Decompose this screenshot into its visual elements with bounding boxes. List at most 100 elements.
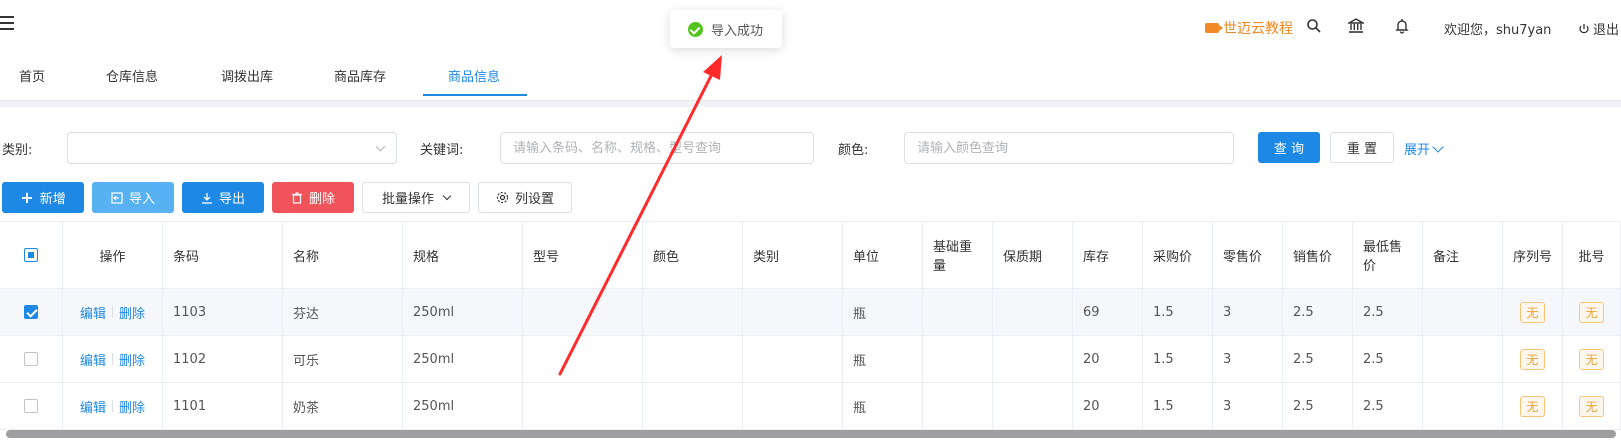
column-header-barcode: 条码: [163, 222, 283, 289]
plus-icon: +: [20, 188, 34, 207]
batch-operation-dropdown[interactable]: 批量操作: [362, 182, 470, 213]
cell-value: 250ml: [413, 398, 455, 414]
active-tab-indicator: [423, 94, 527, 96]
cell-value: 2.5: [1293, 351, 1314, 367]
cell-value: 2.5: [1293, 398, 1314, 414]
cell-unit: 瓶: [843, 383, 923, 430]
category-label: 类别:: [2, 143, 33, 158]
tab-transfer-out[interactable]: 调拨出库: [221, 66, 273, 85]
cell-value: 2.5: [1363, 398, 1384, 414]
delete-button[interactable]: 删除: [272, 182, 354, 213]
cell-actions: 编辑 删除: [63, 383, 163, 430]
cell-purchase-price: 1.5: [1143, 383, 1213, 430]
search-icon[interactable]: [1306, 18, 1322, 34]
column-header-label: 批号: [1578, 249, 1605, 265]
column-settings-button[interactable]: 列设置: [478, 182, 572, 213]
cell-select: [0, 289, 63, 336]
cell-shelf-life: [993, 289, 1073, 336]
edit-link[interactable]: 编辑: [80, 303, 106, 322]
logout-button[interactable]: 退出: [1578, 19, 1619, 38]
cell-serial-number: 无: [1503, 289, 1563, 336]
column-header-actions: 操作: [63, 222, 163, 289]
delete-link[interactable]: 删除: [119, 397, 145, 416]
cell-stock: 20: [1073, 336, 1143, 383]
color-input[interactable]: [905, 133, 1233, 163]
cell-value: 20: [1083, 351, 1100, 367]
power-icon: [1579, 23, 1589, 33]
delete-link[interactable]: 删除: [119, 303, 145, 322]
cell-serial-number: 无: [1503, 336, 1563, 383]
cell-purchase-price: 1.5: [1143, 336, 1213, 383]
reset-button[interactable]: 重 置: [1330, 132, 1394, 163]
cell-stock: 20: [1073, 383, 1143, 430]
tab-warehouse-info[interactable]: 仓库信息: [106, 66, 158, 85]
serial-number-badge: 无: [1520, 348, 1545, 370]
cell-retail-price: 3: [1213, 336, 1283, 383]
bell-icon[interactable]: [1394, 18, 1410, 34]
tab-inventory[interactable]: 商品库存: [334, 66, 386, 85]
keyword-label: 关键词:: [420, 143, 464, 158]
column-header-shelf-life: 保质期: [993, 222, 1073, 289]
column-header-min-price: 最低售价: [1353, 222, 1423, 289]
row-checkbox[interactable]: [24, 399, 38, 413]
tab-product-info[interactable]: 商品信息: [448, 66, 500, 85]
cell-sale-price: 2.5: [1283, 383, 1353, 430]
cell-actions: 编辑 删除: [63, 289, 163, 336]
logout-label: 退出: [1593, 23, 1620, 38]
expand-toggle[interactable]: 展开: [1404, 139, 1444, 158]
column-header-base-weight: 基础重量: [923, 222, 993, 289]
cell-min-price: 2.5: [1353, 336, 1423, 383]
column-header-label: 零售价: [1223, 249, 1263, 265]
column-header-retail-price: 零售价: [1213, 222, 1283, 289]
bank-icon[interactable]: [1348, 18, 1364, 34]
import-button[interactable]: 导入: [92, 182, 174, 213]
edit-link[interactable]: 编辑: [80, 397, 106, 416]
cell-value: 1.5: [1153, 398, 1174, 414]
cell-model: [523, 383, 643, 430]
color-label: 颜色:: [838, 143, 869, 158]
column-header-label: 序列号: [1513, 249, 1553, 265]
tab-home[interactable]: 首页: [19, 66, 45, 85]
cell-value: 2.5: [1293, 304, 1314, 320]
divider: [112, 353, 113, 365]
row-checkbox[interactable]: [24, 305, 38, 319]
download-icon: [201, 192, 212, 204]
cell-spec: 250ml: [403, 289, 523, 336]
cell-color: [643, 289, 743, 336]
serial-number-badge: 无: [1520, 395, 1545, 417]
hamburger-menu-icon[interactable]: [0, 12, 14, 32]
edit-link[interactable]: 编辑: [80, 350, 106, 369]
chevron-down-icon: [375, 141, 386, 152]
column-header-label: 型号: [533, 249, 560, 265]
export-button[interactable]: 导出: [182, 182, 264, 213]
color-field[interactable]: [904, 132, 1234, 164]
query-button[interactable]: 查 询: [1258, 132, 1320, 163]
column-header-label: 基础重量: [933, 240, 973, 274]
column-header-label: 类别: [753, 249, 780, 265]
column-header-purchase-price: 采购价: [1143, 222, 1213, 289]
cell-value: 250ml: [413, 351, 455, 367]
column-header-label: 规格: [413, 249, 440, 265]
keyword-input[interactable]: [501, 133, 813, 163]
horizontal-scrollbar[interactable]: [6, 430, 1616, 438]
delete-link[interactable]: 删除: [119, 350, 145, 369]
column-header-spec: 规格: [403, 222, 523, 289]
cell-value: 瓶: [853, 353, 867, 369]
column-header-label: 最低售价: [1363, 240, 1403, 274]
column-header-name: 名称: [283, 222, 403, 289]
chevron-down-icon: [1432, 140, 1444, 153]
cell-value: 3: [1223, 304, 1232, 320]
cell-category: [743, 336, 843, 383]
select-all-checkbox[interactable]: [24, 248, 38, 262]
keyword-field[interactable]: [500, 132, 814, 164]
brand-link[interactable]: 世迈云教程: [1205, 18, 1293, 38]
cell-remark: [1423, 383, 1503, 430]
category-select[interactable]: [67, 132, 397, 164]
column-header-model: 型号: [523, 222, 643, 289]
cell-sale-price: 2.5: [1283, 336, 1353, 383]
cell-value: 1.5: [1153, 351, 1174, 367]
cell-value: 1103: [173, 304, 207, 320]
cell-value: 瓶: [853, 306, 867, 322]
add-button[interactable]: + 新增: [2, 182, 84, 213]
row-checkbox[interactable]: [24, 352, 38, 366]
